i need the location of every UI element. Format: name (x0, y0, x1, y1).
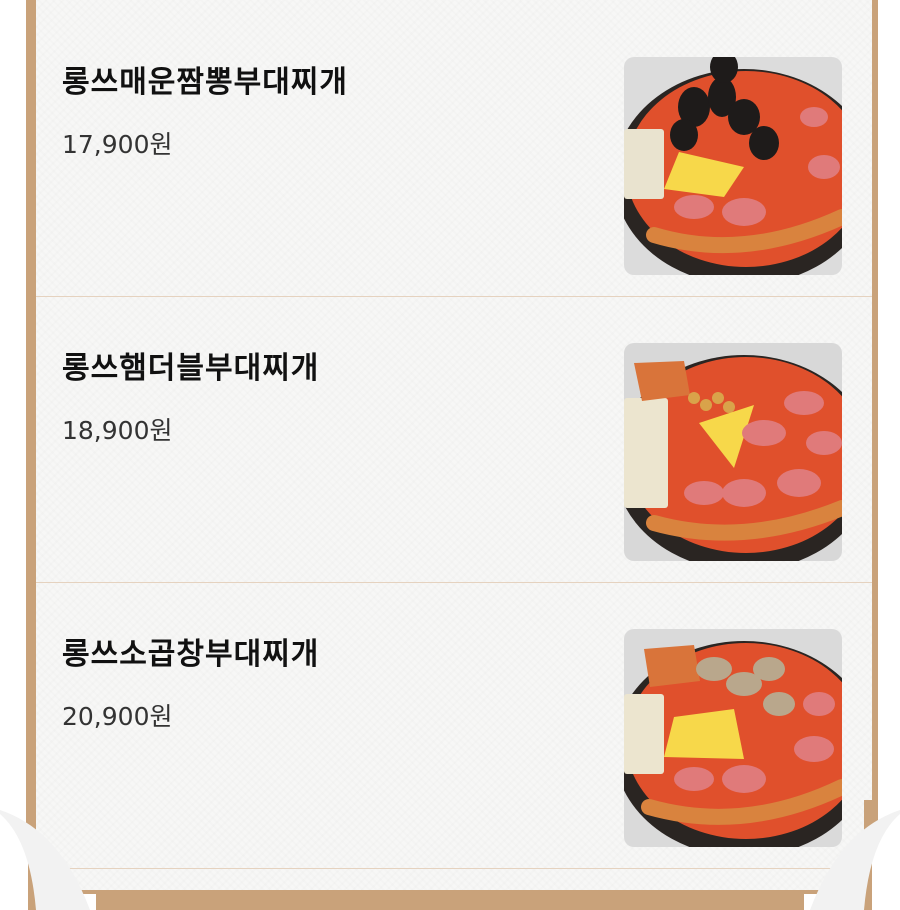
menu-paper: 롱쓰매운짬뽕부대찌개 17,900원 롱쓰햄더블부대찌개 18,900원 롱쓰소… (36, 0, 872, 890)
menu-bottom-border (96, 894, 804, 910)
menu-item-price: 20,900원 (62, 702, 173, 731)
menu-item[interactable]: 롱쓰소곱창부대찌개 20,900원 (36, 583, 872, 869)
menu-item-photo[interactable] (624, 57, 842, 275)
menu-item-price: 17,900원 (62, 130, 173, 159)
menu-item-price: 18,900원 (62, 416, 173, 445)
menu-item[interactable]: 롱쓰햄더블부대찌개 18,900원 (36, 297, 872, 583)
menu-item-name: 롱쓰햄더블부대찌개 (62, 351, 320, 386)
stew-photo-illustration (624, 57, 842, 275)
menu-item-name: 롱쓰매운짬뽕부대찌개 (62, 65, 348, 100)
stew-photo-illustration (624, 343, 842, 561)
menu-item-photo[interactable] (624, 343, 842, 561)
menu-item[interactable]: 롱쓰매운짬뽕부대찌개 17,900원 (36, 11, 872, 297)
menu-item-name: 롱쓰소곱창부대찌개 (62, 637, 320, 672)
